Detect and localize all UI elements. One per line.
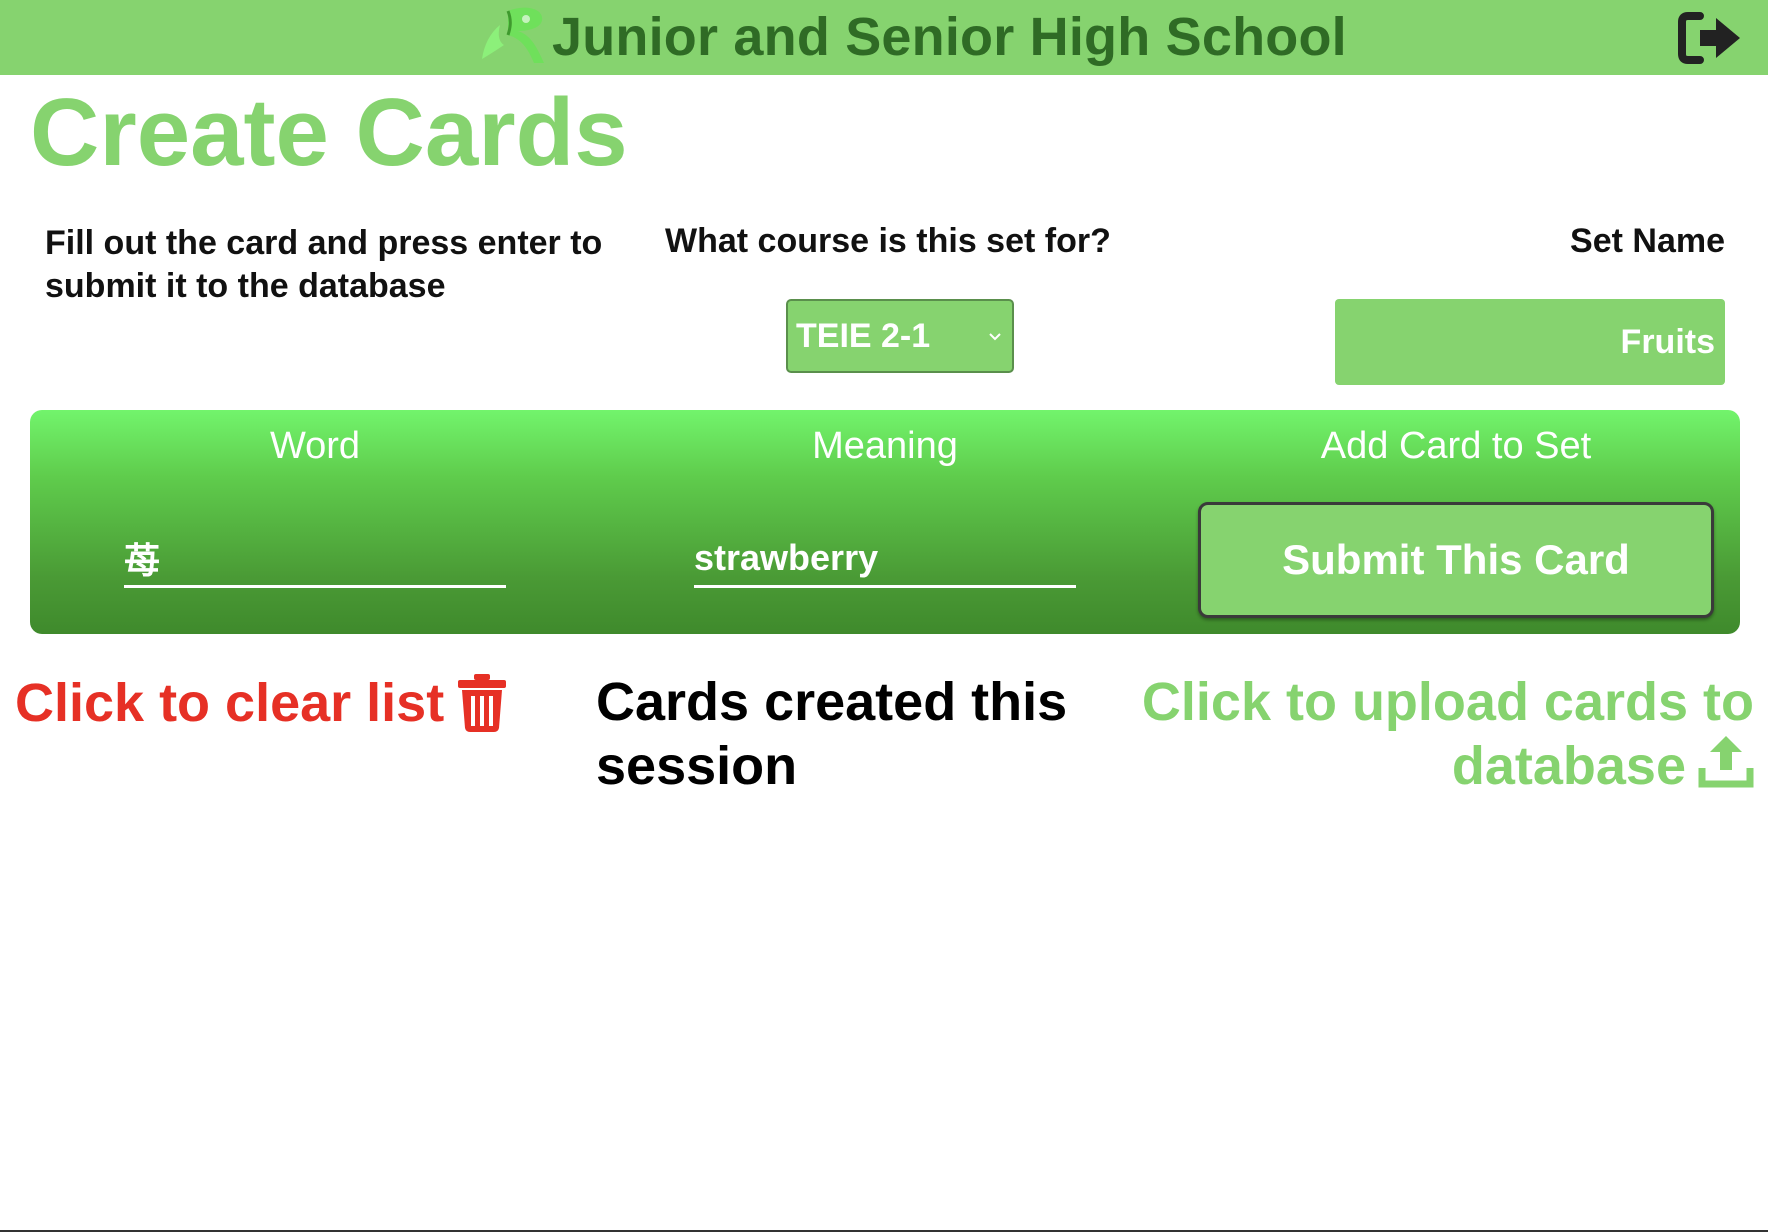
school-logo-icon <box>482 7 544 63</box>
clear-list-button[interactable]: Click to clear list <box>15 672 507 734</box>
upload-cards-label: Click to upload cards to database <box>1141 672 1754 796</box>
course-selected-value: TEIE 2-1 <box>796 316 931 355</box>
chevron-down-icon <box>989 333 1001 341</box>
clear-list-label: Click to clear list <box>15 673 445 733</box>
submit-card-button[interactable]: Submit This Card <box>1198 502 1714 618</box>
top-header-bar: Junior and Senior High School <box>0 0 1768 75</box>
meaning-column-header: Meaning <box>812 425 958 467</box>
school-title: Junior and Senior High School <box>552 7 1347 67</box>
sign-out-icon[interactable] <box>1678 10 1744 66</box>
upload-cards-button[interactable]: Click to upload cards to database <box>1134 670 1754 798</box>
instructions-text: Fill out the card and press enter to sub… <box>45 224 603 305</box>
set-name-input[interactable] <box>1335 299 1725 385</box>
word-input[interactable] <box>124 530 506 588</box>
upload-icon <box>1698 736 1754 788</box>
course-label: What course is this set for? <box>665 222 1111 260</box>
trash-icon <box>458 674 507 732</box>
page-title: Create Cards <box>30 79 628 186</box>
brand: Junior and Senior High School <box>478 6 1347 68</box>
word-column-header: Word <box>269 425 361 467</box>
meaning-input[interactable] <box>694 530 1076 588</box>
set-name-label: Set Name <box>1570 222 1725 260</box>
add-card-column-header: Add Card to Set <box>1320 425 1592 467</box>
session-cards-title: Cards created this session <box>596 672 1068 796</box>
course-select[interactable]: TEIE 2-1 <box>786 299 1014 373</box>
